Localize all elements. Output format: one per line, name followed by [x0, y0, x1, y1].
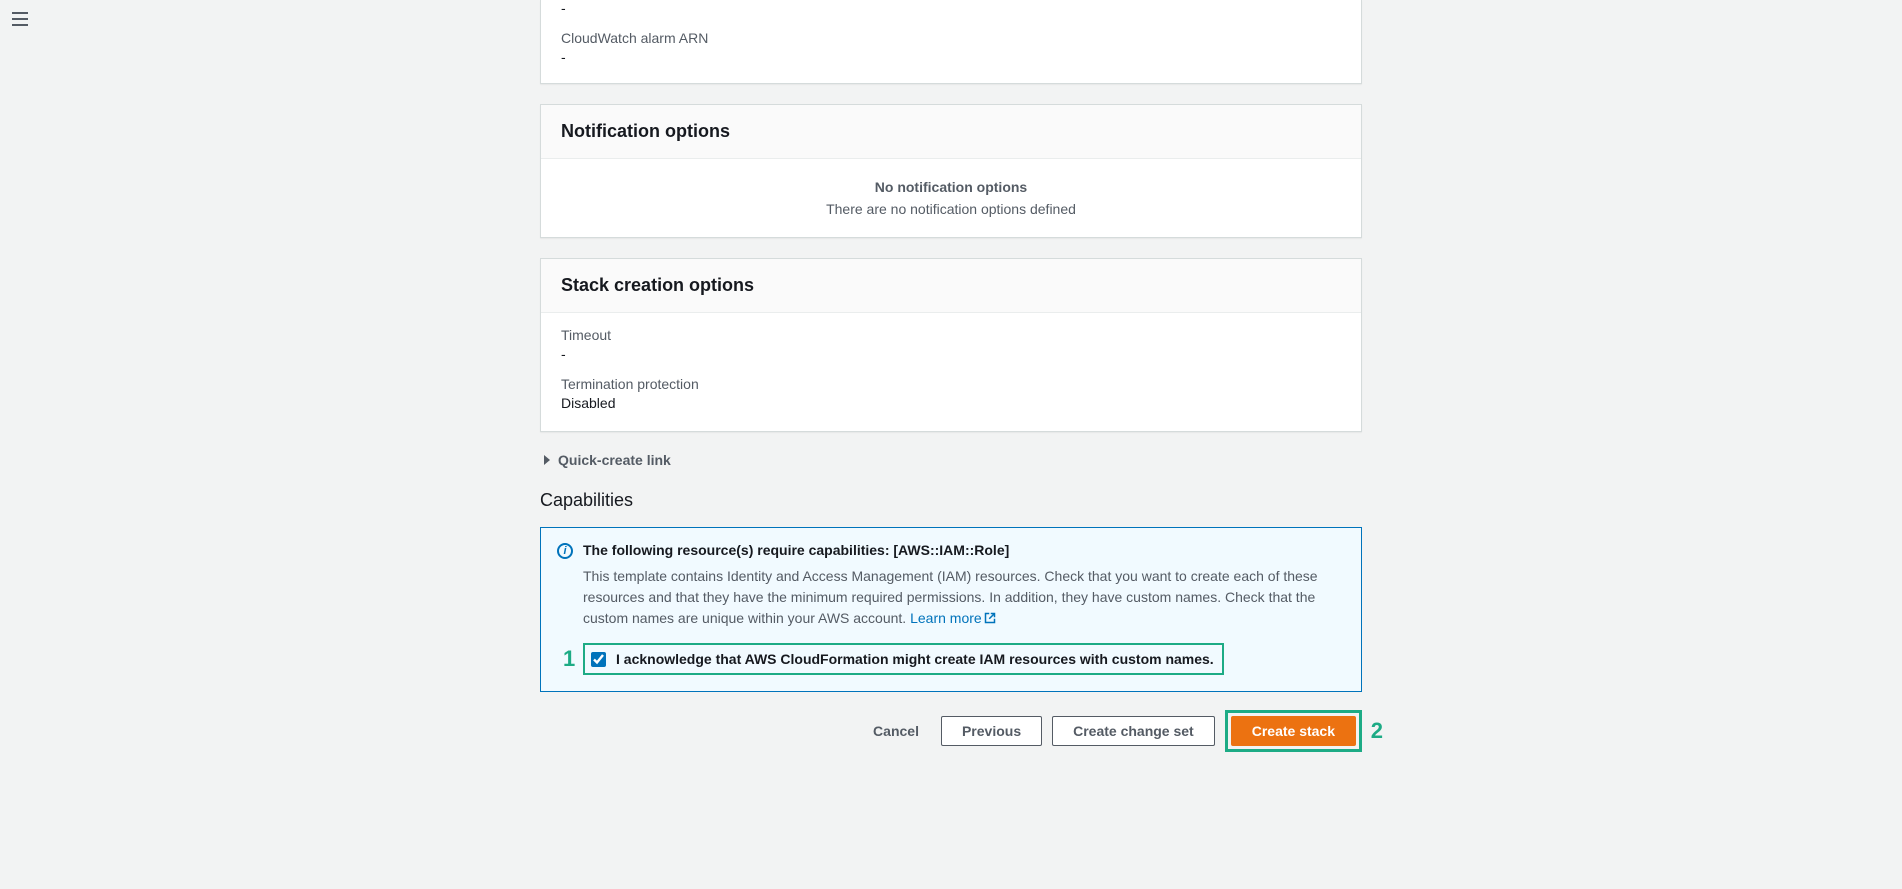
timeout-label: Timeout: [561, 327, 1341, 343]
timeout-value: -: [561, 346, 1341, 362]
termination-protection-value: Disabled: [561, 395, 1341, 411]
notification-options-panel: Notification options No notification opt…: [540, 104, 1362, 238]
stack-creation-options-panel: Stack creation options Timeout - Termina…: [540, 258, 1362, 432]
acknowledge-checkbox[interactable]: [591, 652, 606, 667]
cloudwatch-arn-value: -: [561, 49, 1341, 65]
notification-options-title: Notification options: [561, 121, 1341, 142]
panel-header: Stack creation options: [541, 259, 1361, 313]
stack-creation-options-title: Stack creation options: [561, 275, 1341, 296]
value: -: [561, 0, 1341, 16]
quick-create-link-expander[interactable]: Quick-create link: [544, 452, 1362, 468]
learn-more-link[interactable]: Learn more: [910, 610, 996, 626]
create-stack-highlight: Create stack 2: [1225, 710, 1362, 752]
main-content: - CloudWatch alarm ARN - Notification op…: [540, 0, 1362, 792]
footer-actions: Cancel Previous Create change set Create…: [540, 710, 1362, 752]
annotation-1: 1: [563, 648, 575, 670]
termination-protection-label: Termination protection: [561, 376, 1341, 392]
cancel-button[interactable]: Cancel: [861, 717, 931, 745]
panel-body: Timeout - Termination protection Disable…: [541, 313, 1361, 431]
previous-button[interactable]: Previous: [941, 716, 1042, 746]
acknowledge-label[interactable]: I acknowledge that AWS CloudFormation mi…: [616, 651, 1214, 667]
info-icon: i: [557, 543, 573, 559]
triangle-right-icon: [544, 455, 550, 465]
rollback-panel-partial: - CloudWatch alarm ARN -: [540, 0, 1362, 84]
create-stack-button[interactable]: Create stack: [1231, 716, 1356, 746]
sidebar-toggle-icon[interactable]: [12, 12, 28, 26]
create-change-set-button[interactable]: Create change set: [1052, 716, 1215, 746]
panel-body: No notification options There are no not…: [541, 159, 1361, 237]
cloudwatch-arn-label: CloudWatch alarm ARN: [561, 30, 1341, 46]
panel-header: Notification options: [541, 105, 1361, 159]
empty-desc: There are no notification options define…: [561, 201, 1341, 217]
external-link-icon: [984, 612, 996, 624]
empty-title: No notification options: [561, 179, 1341, 195]
alert-title: The following resource(s) require capabi…: [583, 542, 1345, 558]
quick-create-link-label: Quick-create link: [558, 452, 671, 468]
alert-text: This template contains Identity and Acce…: [583, 566, 1345, 629]
annotation-2: 2: [1371, 720, 1383, 742]
capabilities-alert: i The following resource(s) require capa…: [540, 527, 1362, 692]
acknowledge-row: 1 I acknowledge that AWS CloudFormation …: [583, 643, 1224, 675]
capabilities-heading: Capabilities: [540, 490, 1362, 511]
